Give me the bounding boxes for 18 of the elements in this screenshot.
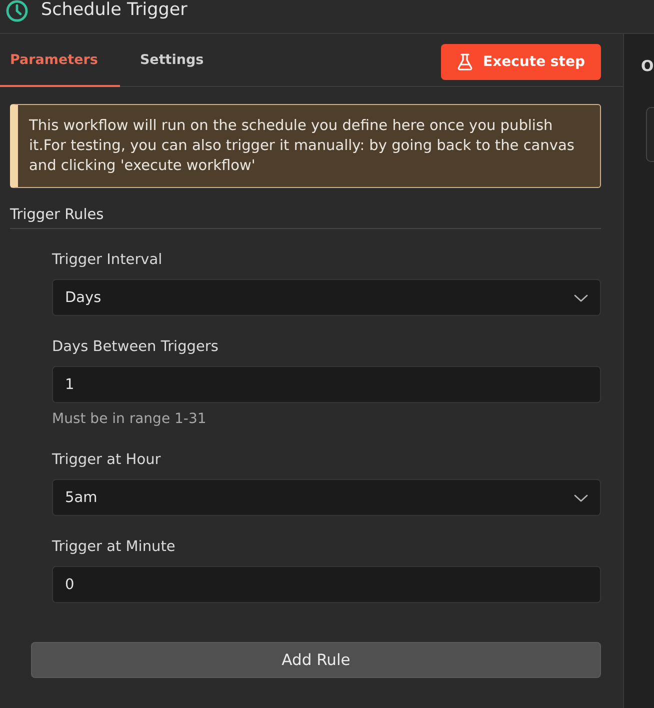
flask-icon [457, 53, 474, 71]
field-label: Trigger at Minute [52, 538, 176, 557]
field-label: Trigger at Hour [52, 451, 162, 470]
clock-icon [6, 0, 28, 22]
panel-title: Schedule Trigger [41, 0, 188, 20]
field-hint: Must be in range 1-31 [52, 410, 208, 429]
section-title: Trigger Rules [10, 207, 104, 223]
dropdown-select[interactable]: 5am [52, 479, 601, 516]
number-input[interactable]: 0 [52, 566, 601, 603]
side-panel-title: O [641, 56, 654, 76]
tab[interactable]: Parameters [0, 34, 120, 87]
field-label: Days Between Triggers [52, 338, 220, 357]
add-rule-button[interactable]: Add Rule [31, 642, 601, 678]
number-input[interactable]: 1 [52, 366, 601, 403]
dropdown-select[interactable]: Days [52, 279, 601, 316]
info-notice: This workflow will run on the schedule you define here once you publish it.For testing, you can also trigger it manually: by going back to the canvas and clicking 'execute workflow' [10, 104, 601, 188]
tab[interactable]: Settings [120, 34, 224, 87]
field-label: Trigger Interval [52, 251, 164, 270]
